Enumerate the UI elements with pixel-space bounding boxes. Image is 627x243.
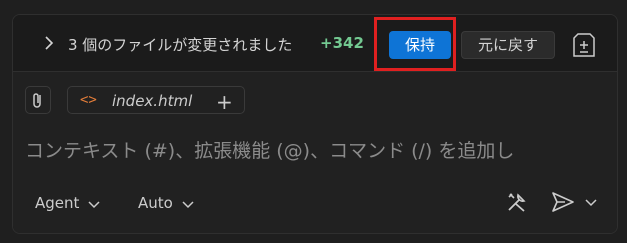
chevron-down-icon bbox=[182, 200, 194, 208]
model-dropdown[interactable]: Auto bbox=[138, 194, 194, 212]
chevron-down-icon[interactable] bbox=[585, 196, 597, 208]
changed-files-bar: 3 個のファイルが変更されました +342 保持 元に戻す bbox=[13, 15, 617, 71]
chevron-down-icon bbox=[88, 200, 100, 208]
mode-label: Agent bbox=[35, 194, 80, 212]
plus-icon[interactable]: + bbox=[216, 90, 233, 114]
chevron-right-icon[interactable] bbox=[41, 35, 57, 51]
chat-input-panel: 3 個のファイルが変更されました +342 保持 元に戻す <> index.h… bbox=[12, 14, 618, 234]
paperclip-icon bbox=[33, 93, 41, 108]
model-label: Auto bbox=[138, 194, 173, 212]
review-icon[interactable] bbox=[571, 31, 597, 59]
send-icon[interactable] bbox=[550, 190, 576, 214]
changed-files-summary[interactable]: 3 個のファイルが変更されました bbox=[68, 34, 292, 55]
context-file-name: index.html bbox=[112, 92, 193, 110]
highlight-box bbox=[374, 17, 456, 71]
tools-icon[interactable] bbox=[505, 190, 529, 214]
added-lines-count: +342 bbox=[320, 34, 364, 52]
chat-input-area: <> index.html + コンテキスト (#)、拡張機能 (@)、コマンド… bbox=[13, 71, 617, 233]
mode-dropdown[interactable]: Agent bbox=[35, 194, 100, 212]
code-icon: <> bbox=[80, 92, 97, 108]
undo-button[interactable]: 元に戻す bbox=[461, 31, 555, 59]
context-file-chip[interactable]: <> index.html + bbox=[67, 86, 245, 114]
chat-prompt-input[interactable]: コンテキスト (#)、拡張機能 (@)、コマンド (/) を追加し bbox=[25, 136, 609, 163]
attach-button[interactable] bbox=[25, 86, 51, 114]
